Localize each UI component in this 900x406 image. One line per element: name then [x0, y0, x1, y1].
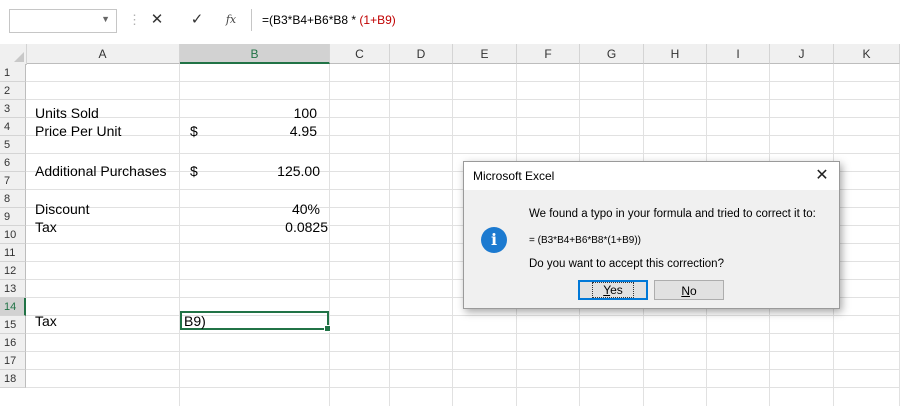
gridline-horizontal: [26, 117, 900, 118]
gridline-vertical: [389, 64, 390, 406]
column-header-i[interactable]: I: [707, 44, 770, 64]
gridline-horizontal: [26, 333, 900, 334]
formula-input[interactable]: =(B3*B4+B6*B8 * (1+B9): [251, 9, 898, 31]
row-header-12[interactable]: 12: [0, 262, 26, 280]
info-icon: i: [481, 227, 507, 253]
cell-b14[interactable]: B9): [184, 312, 206, 330]
cell-b4-currency: $: [190, 123, 198, 139]
cell-b4[interactable]: 4.95: [260, 122, 317, 140]
row-header-2[interactable]: 2: [0, 82, 26, 100]
column-header-b[interactable]: B: [180, 44, 330, 64]
row-header-11[interactable]: 11: [0, 244, 26, 262]
row-header-16[interactable]: 16: [0, 334, 26, 352]
enter-button[interactable]: ✓: [186, 9, 208, 31]
name-box[interactable]: ▼: [9, 9, 117, 33]
row-header-9[interactable]: 9: [0, 208, 26, 226]
close-icon: ✕: [815, 167, 829, 184]
cell-b9[interactable]: 0.0825: [250, 218, 328, 236]
cell-b6[interactable]: 125.00: [260, 162, 320, 180]
gridline-horizontal: [26, 315, 900, 316]
row-header-15[interactable]: 15: [0, 316, 26, 334]
column-header-g[interactable]: G: [580, 44, 644, 64]
row-header-8[interactable]: 8: [0, 190, 26, 208]
gridline-horizontal: [26, 387, 900, 388]
column-header-c[interactable]: C: [330, 44, 390, 64]
row-header-4[interactable]: 4: [0, 118, 26, 136]
cancel-button[interactable]: ✕: [146, 9, 168, 31]
cell-b8[interactable]: 40%: [260, 200, 320, 218]
corrected-formula: = (B3*B4+B6*B8*(1+B9)): [529, 235, 642, 246]
cell-a9[interactable]: Tax: [35, 218, 57, 236]
row-header-18[interactable]: 18: [0, 370, 26, 388]
gridline-horizontal: [26, 99, 900, 100]
checkmark-icon: ✓: [190, 11, 204, 28]
select-all-button[interactable]: [0, 44, 27, 65]
dialog-close-button[interactable]: ✕: [811, 166, 833, 186]
gridline-horizontal: [26, 369, 900, 370]
row-header-7[interactable]: 7: [0, 172, 26, 190]
no-button[interactable]: No: [654, 280, 724, 300]
column-header-h[interactable]: H: [644, 44, 707, 64]
column-header-a[interactable]: A: [26, 44, 180, 64]
cell-a6[interactable]: Additional Purchases: [35, 162, 167, 180]
grip-icon: ⋮: [128, 12, 141, 27]
cell-b6-currency: $: [190, 163, 198, 179]
column-header-d[interactable]: D: [390, 44, 453, 64]
cell-a14[interactable]: Tax: [35, 312, 57, 330]
column-header-f[interactable]: F: [517, 44, 580, 64]
cell-a8[interactable]: Discount: [35, 200, 89, 218]
cell-b3[interactable]: 100: [260, 104, 317, 122]
autocorrect-dialog: Microsoft Excel ✕ i We found a typo in y…: [463, 161, 840, 309]
select-all-triangle-icon: [14, 52, 24, 62]
no-button-label: No: [681, 284, 697, 298]
function-icon: fx: [225, 13, 237, 26]
gridline-vertical: [179, 64, 180, 406]
row-header-1[interactable]: 1: [0, 64, 26, 82]
close-icon: ✕: [150, 11, 164, 28]
yes-button-label: Yes: [592, 282, 634, 298]
fill-handle[interactable]: [324, 325, 331, 332]
gridline-horizontal: [26, 351, 900, 352]
row-header-14[interactable]: 14: [0, 298, 26, 316]
yes-button[interactable]: Yes: [578, 280, 648, 300]
gridline-horizontal: [26, 135, 900, 136]
gridline-vertical: [452, 64, 453, 406]
formula-text-prefix: =(B3*B4+B6*B8 *: [262, 13, 360, 27]
dialog-message: We found a typo in your formula and trie…: [529, 208, 816, 220]
column-header-k[interactable]: K: [834, 44, 900, 64]
row-header-17[interactable]: 17: [0, 352, 26, 370]
dialog-titlebar[interactable]: Microsoft Excel ✕: [464, 162, 839, 190]
row-header-3[interactable]: 3: [0, 100, 26, 118]
row-header-10[interactable]: 10: [0, 226, 26, 244]
cell-a4[interactable]: Price Per Unit: [35, 122, 121, 140]
formula-bar: ▼ ⋮ ✕ ✓ fx =(B3*B4+B6*B8 * (1+B9): [0, 0, 900, 45]
row-header-6[interactable]: 6: [0, 154, 26, 172]
row-header-13[interactable]: 13: [0, 280, 26, 298]
gridline-horizontal: [26, 81, 900, 82]
chevron-down-icon[interactable]: ▼: [101, 14, 110, 24]
row-header-5[interactable]: 5: [0, 136, 26, 154]
dialog-title: Microsoft Excel: [473, 169, 555, 183]
gridline-horizontal: [26, 153, 900, 154]
gridline-vertical: [329, 64, 330, 406]
insert-function-button[interactable]: fx: [220, 9, 242, 31]
column-header-j[interactable]: J: [770, 44, 834, 64]
column-header-e[interactable]: E: [453, 44, 517, 64]
cell-a3[interactable]: Units Sold: [35, 104, 99, 122]
formula-text: =(B3*B4+B6*B8 * (1+B9): [262, 13, 396, 27]
formula-text-error-part: (1+B9): [359, 13, 396, 27]
dialog-question: Do you want to accept this correction?: [529, 258, 724, 270]
